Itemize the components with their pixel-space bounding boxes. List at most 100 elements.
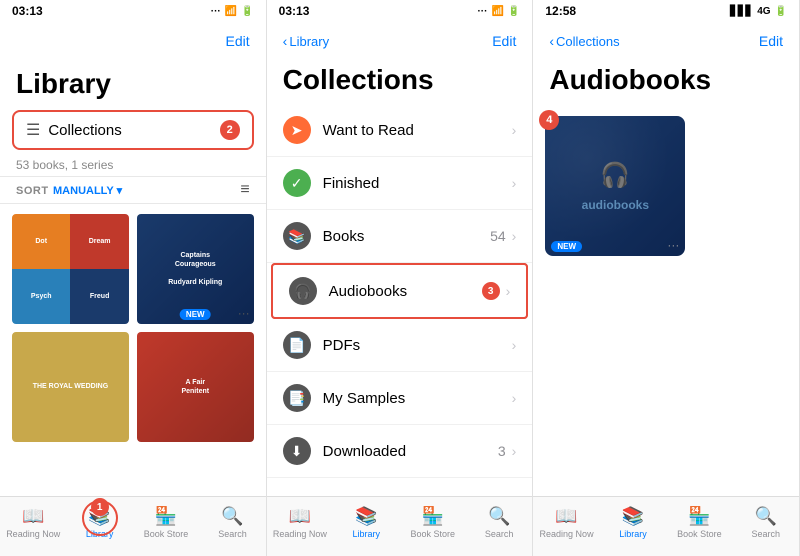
new-badge-audio: NEW [551,241,582,252]
collections-row[interactable]: ☰ Collections 2 [12,110,254,150]
collection-finished[interactable]: ✓ Finished › [267,157,533,210]
book-cover-4: A FairPenitent [137,332,254,442]
bookstore-icon-3: 🏪 [688,506,710,527]
time-3: 12:58 [545,4,576,18]
battery-icon-2: 🔋 [508,6,520,17]
books-icon: 📚 [283,222,311,250]
book-item-4[interactable]: A FairPenitent [137,332,254,442]
panel-audiobooks: 12:58 ▋▋▋ 4G 🔋 ‹ Collections Edit Audiob… [533,0,800,556]
sort-value[interactable]: MANUALLY ▾ [53,185,122,197]
downloaded-count: 3 [498,443,506,459]
book-item-2[interactable]: CaptainsCourageousRudyard Kipling NEW ··… [137,214,254,324]
collection-want-to-read[interactable]: ➤ Want to Read › [267,104,533,157]
chevron-right-books: › [512,228,517,244]
collections-label: Collections [48,122,121,139]
audio-cover-label: audiobooks [582,198,649,212]
4g-icon-3: 4G [757,6,770,17]
collection-samples[interactable]: 📑 My Samples › [267,372,533,425]
chevron-right-audio: › [506,283,511,299]
list-view-icon[interactable]: ≡ [240,181,249,199]
collection-name-books: Books [323,228,490,245]
collection-name-finished: Finished [323,175,512,192]
reading-now-icon-2: 📖 [289,506,311,527]
collection-pdfs[interactable]: 📄 PDFs › [267,319,533,372]
tab-search-3[interactable]: 🔍 Search [733,506,799,539]
back-button-3[interactable]: ‹ Collections [549,33,619,49]
time-2: 03:13 [279,4,310,18]
chevron-right-samples: › [512,390,517,406]
collection-downloaded[interactable]: ⬇ Downloaded 3 › [267,425,533,478]
samples-icon: 📑 [283,384,311,412]
tab-reading-now-3[interactable]: 📖 Reading Now [533,506,599,539]
sub-cover-1: Dot [12,214,70,269]
signal-icon-3: ▋▋▋ [730,6,753,17]
library-label-3: Library [619,529,647,539]
tab-reading-now-2[interactable]: 📖 Reading Now [267,506,333,539]
wifi-icon-1: 📶 [225,6,237,17]
tab-bookstore-3[interactable]: 🏪 Book Store [666,506,732,539]
back-button-2[interactable]: ‹ Library [283,33,329,49]
book-item-1[interactable]: Dot Dream Psych Freud [12,214,129,324]
audiobooks-content: 4 🎧 audiobooks NEW ··· [533,104,799,496]
tab-bookstore-1[interactable]: 🏪 Book Store [133,506,199,539]
tab-library-3[interactable]: 📚 Library [600,506,666,539]
wifi-icon-2: 📶 [491,6,503,17]
books-row-2: THE ROYAL WEDDING A FairPenitent [12,332,254,442]
pdfs-icon: 📄 [283,331,311,359]
battery-icon-3: 🔋 [775,6,787,17]
search-icon-3: 🔍 [755,506,777,527]
status-icons-3: ▋▋▋ 4G 🔋 [730,6,787,17]
bookstore-label-1: Book Store [144,529,189,539]
collection-name-downloaded: Downloaded [323,443,498,460]
reading-now-icon-1: 📖 [22,506,44,527]
tab-bar-2: 📖 Reading Now 📚 Library 🏪 Book Store 🔍 S… [267,496,533,556]
chevron-right-want: › [512,122,517,138]
audiobook-card-1[interactable]: 4 🎧 audiobooks NEW ··· [545,116,685,256]
tab-library-2[interactable]: 📚 Library [333,506,399,539]
audiobooks-header: Audiobooks [533,60,799,104]
audiobooks-title: Audiobooks [533,60,799,104]
want-to-read-icon: ➤ [283,116,311,144]
status-icons-2: ··· 📶 🔋 [477,6,520,17]
collection-audiobooks[interactable]: 🎧 Audiobooks 3 › [271,263,529,319]
tab-search-2[interactable]: 🔍 Search [466,506,532,539]
sort-label-group: SORT MANUALLY ▾ [16,181,122,199]
reading-now-label-2: Reading Now [273,529,327,539]
library-title: Library [16,68,250,100]
reading-now-icon-3: 📖 [555,506,577,527]
new-badge-2: NEW [180,309,211,320]
library-header: Library [0,60,266,104]
search-label-3: Search [752,529,781,539]
chevron-left-icon-2: ‹ [283,33,288,49]
edit-button-3[interactable]: Edit [759,33,783,49]
tab-reading-now-1[interactable]: 📖 Reading Now [0,506,66,539]
library-label-2: Library [353,529,381,539]
books-row-1: Dot Dream Psych Freud CaptainsCourageous… [12,214,254,324]
tab-search-1[interactable]: 🔍 Search [199,506,265,539]
tab-bar-1: 📖 Reading Now 1 📚 Library 🏪 Book Store 🔍… [0,496,266,556]
more-button-2[interactable]: ··· [238,306,250,320]
headphone-icon: 🎧 [600,161,630,190]
chevron-left-icon-3: ‹ [549,33,554,49]
edit-button-1[interactable]: Edit [226,33,250,49]
chevron-right-downloaded: › [512,443,517,459]
collection-books[interactable]: 📚 Books 54 › [267,210,533,263]
reading-now-label-1: Reading Now [6,529,60,539]
more-button-audio[interactable]: ··· [667,238,679,252]
bookstore-label-2: Book Store [410,529,455,539]
back-label-2: Library [289,34,329,49]
tab-library-1[interactable]: 1 📚 Library [66,506,132,539]
edit-button-2[interactable]: Edit [492,33,516,49]
book-cover-2: CaptainsCourageousRudyard Kipling [137,214,254,324]
new-collection-button[interactable]: + New Collection... [267,478,533,496]
collection-name-audio: Audiobooks [329,283,482,300]
reading-now-label-3: Reading Now [540,529,594,539]
book-item-3[interactable]: THE ROYAL WEDDING [12,332,129,442]
finished-icon: ✓ [283,169,311,197]
books-count-badge: 54 [490,228,506,244]
nav-bar-3: ‹ Collections Edit [533,22,799,60]
nav-bar-1: Edit [0,22,266,60]
collections-header: Collections [267,60,533,104]
tab-bookstore-2[interactable]: 🏪 Book Store [400,506,466,539]
chevron-right-pdfs: › [512,337,517,353]
